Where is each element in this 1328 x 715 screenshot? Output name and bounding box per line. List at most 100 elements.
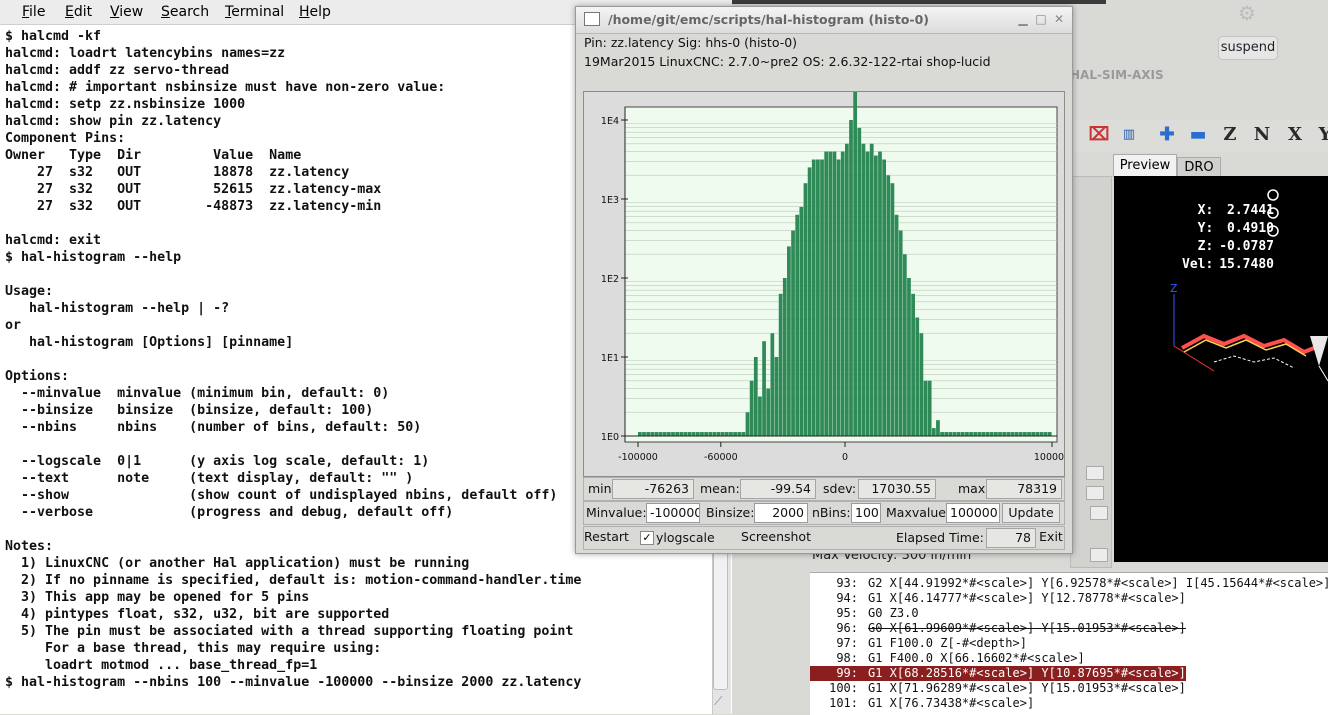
elapsed-value: 78 [986,528,1036,548]
histogram-bar [778,293,783,436]
terminal-output[interactable]: $ halcmd -kf halcmd: loadrt latencybins … [5,28,581,691]
histogram-bar [832,151,837,436]
spin-arrow[interactable] [1090,506,1108,520]
histogram-bar [675,432,679,436]
gcode-line[interactable]: 99: G1 X[68.28516*#<scale>] Y[10.87695*#<… [810,666,1186,681]
gcode-line-text: G1 F100.0 Z[-#<depth>] [868,636,1027,650]
ylogscale-checkbox[interactable]: ✓ [640,531,654,545]
spin-arrow[interactable] [1086,486,1104,500]
view-z-icon[interactable]: Z [1219,124,1241,146]
screenshot-button[interactable]: Screenshot [738,528,814,548]
gcode-line[interactable]: 94: G1 X[46.14777*#<scale>] Y[12.78778*#<… [810,591,1328,606]
zoom-out-icon[interactable]: ▬ [1187,124,1209,146]
histogram-bar [824,151,829,436]
histogram-bar [1043,432,1048,436]
histogram-bar [981,432,986,436]
gcode-line[interactable]: 98: G1 F400.0 X[66.16602*#<scale>] [810,651,1328,666]
histogram-bar [766,388,771,436]
gcode-line[interactable]: 97: G1 F100.0 Z[-#<depth>] [810,636,1328,651]
update-button[interactable]: Update [1002,503,1060,523]
gcode-line[interactable]: 95: G0 Z3.0 [810,606,1328,621]
gcode-line-text: G1 X[46.14777*#<scale>] Y[12.78778*#<sca… [868,591,1186,605]
histogram-bar [807,167,812,436]
x-tick-label: -60000 [704,452,738,463]
histogram-bar [923,380,928,436]
histogram-window[interactable]: /home/git/emc/scripts/hal-histogram (his… [575,6,1073,554]
histogram-bar [1010,432,1015,436]
histogram-bar [886,175,891,437]
histogram-bar [638,432,642,436]
gear-icon[interactable]: ⚙ [1236,2,1258,24]
gcode-line[interactable]: 101: G1 X[76.73438*#<scale>] [810,696,1328,711]
view-y-icon[interactable]: Y [1314,124,1328,146]
minvalue-input[interactable]: -100000 [646,503,700,523]
spin-arrow[interactable] [1086,466,1104,480]
histogram-bar [811,159,816,436]
histogram-bar [1006,432,1011,436]
view-x-icon[interactable]: X [1284,124,1306,146]
zoom-in-icon[interactable]: ✚ [1156,124,1178,146]
menu-help[interactable]: Help [299,4,331,20]
resize-grip-icon[interactable]: ⟋ [714,694,728,708]
histogram-bar [749,380,754,436]
y-tick-label: 1E0 [601,432,619,443]
histogram-bar [724,432,729,436]
maxvalue-input[interactable]: 100000 [946,503,1000,523]
y-tick-label: 1E2 [601,274,619,285]
histogram-titlebar[interactable]: /home/git/emc/scripts/hal-histogram (his… [576,7,1072,34]
clear-plot-icon[interactable]: ⌧ [1088,124,1110,146]
machine-icon[interactable]: ▥ [1118,124,1140,146]
maximize-icon[interactable]: □ [1034,11,1048,27]
binsize-input[interactable]: 2000 [754,503,808,523]
gcode-line[interactable]: 93: G2 X[44.91992*#<scale>] Y[6.92578*#<s… [810,576,1328,591]
histogram-bar [894,214,899,436]
histogram-bar [733,432,737,436]
nbins-input[interactable]: 100 [851,503,881,523]
histogram-bar [944,432,949,436]
histogram-bar [915,317,920,436]
menu-file[interactable]: File [22,4,45,20]
gcode-line[interactable]: 96: G0 X[61.99609*#<scale>] Y[15.01953*#<… [810,621,1328,636]
maxvalue-label: Maxvalue [886,505,946,520]
histogram-bar [753,357,758,436]
exit-button[interactable]: Exit [1038,528,1064,548]
spin-arrow[interactable] [1090,548,1108,562]
gcode-line[interactable]: 100: G1 X[71.96289*#<scale>] Y[15.01953*#… [810,681,1328,696]
histogram-bar [873,155,878,437]
menu-search[interactable]: Search [161,4,209,20]
y-tick-label: 1E4 [601,116,619,127]
min-label: min [588,481,612,496]
histogram-bar [965,432,969,436]
histogram-bar [960,432,965,436]
close-icon[interactable]: ✕ [1052,11,1066,27]
gcode-listing[interactable]: 93: G2 X[44.91992*#<scale>] Y[6.92578*#<s… [810,572,1328,715]
histogram-bar [646,432,651,436]
tab-dro[interactable]: DRO [1177,157,1221,177]
minimize-icon[interactable]: ▁ [1016,11,1030,27]
histogram-bar [687,432,692,436]
menu-view[interactable]: View [110,4,143,20]
histogram-bar [662,432,667,436]
histogram-bar [869,143,874,436]
histogram-bar [969,432,973,436]
histogram-bar [1031,432,1036,436]
y-tick-label: 1E3 [601,195,619,206]
gcode-line-text: G2 X[44.91992*#<scale>] Y[6.92578*#<scal… [868,576,1328,590]
preview-canvas[interactable]: X: 2.7441 Y: 0.4910 Z: -0.0787 Vel: 15.7480 … [1114,176,1328,562]
view-z2-icon[interactable]: N [1251,124,1273,146]
restart-button[interactable]: Restart [584,528,630,548]
histogram-bar [977,432,982,436]
histogram-bar [940,432,944,436]
histogram-bar [737,432,742,436]
gcode-line-number: 93: [836,576,858,590]
histogram-bar [1014,432,1019,436]
suspend-button[interactable]: suspend [1218,36,1278,60]
histogram-bar [836,159,841,436]
histogram-bar [745,412,750,436]
histogram-bar [787,246,791,436]
histogram-bar [1023,432,1027,436]
tab-preview[interactable]: Preview [1113,154,1177,177]
menu-edit[interactable]: Edit [65,4,92,20]
menu-terminal[interactable]: Terminal [225,4,284,20]
histogram-bar [861,143,866,436]
